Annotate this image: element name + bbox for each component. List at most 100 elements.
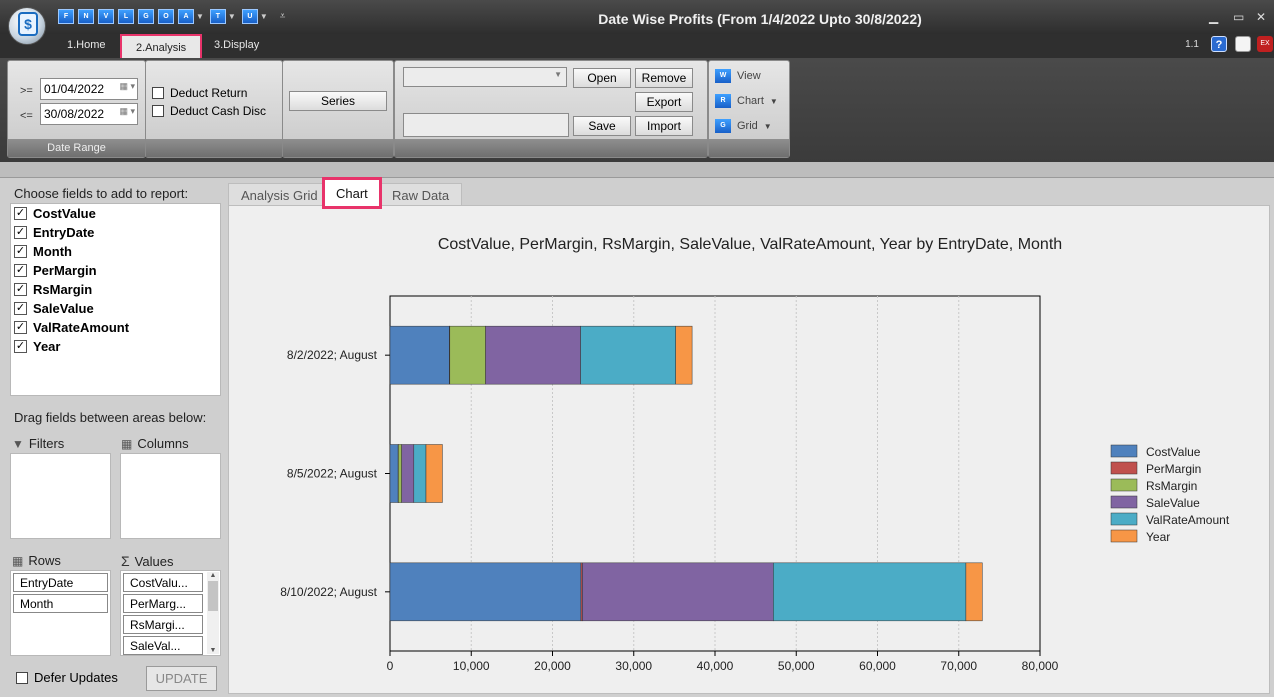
chevron-down-icon[interactable]: ▼ xyxy=(260,12,268,21)
checkbox-checked-icon[interactable]: ✓ xyxy=(14,264,27,277)
filters-area[interactable] xyxy=(10,453,111,539)
chevron-down-icon[interactable]: ▼ xyxy=(554,70,562,79)
field-item-rsmargin[interactable]: ✓ RsMargin xyxy=(14,282,92,297)
close-icon[interactable]: ✕ xyxy=(1256,10,1266,24)
main-area: Choose fields to add to report: ✓ CostVal… xyxy=(0,162,1274,697)
checkbox-checked-icon[interactable]: ✓ xyxy=(14,226,27,239)
field-item-salevalue[interactable]: ✓ SaleValue xyxy=(14,301,94,316)
save-button[interactable]: Save xyxy=(573,116,631,136)
to-date-input[interactable]: 30/08/2022 ▦ ▾ xyxy=(40,103,138,125)
chevron-down-icon[interactable]: ▼ xyxy=(228,12,236,21)
values-chip[interactable]: RsMargi... xyxy=(123,615,203,634)
field-item-entrydate[interactable]: ✓ EntryDate xyxy=(14,225,94,240)
maximize-icon[interactable]: ▭ xyxy=(1233,10,1244,24)
tab-analysis-grid[interactable]: Analysis Grid xyxy=(228,183,331,207)
values-scrollbar[interactable]: ▲ ▼ xyxy=(207,572,219,654)
customize-qat-icon[interactable]: ⩡ xyxy=(280,11,286,22)
tab-display[interactable]: 3.Display xyxy=(214,39,259,51)
rows-chip-month[interactable]: Month xyxy=(13,594,108,613)
calendar-icon[interactable]: ▦ ▾ xyxy=(113,106,135,122)
checkbox-checked-icon[interactable]: ✓ xyxy=(14,245,27,258)
deduct-cash-disc-checkbox[interactable]: Deduct Cash Disc xyxy=(152,104,266,118)
qat-g-icon[interactable]: G xyxy=(138,9,154,24)
tab-home[interactable]: 1.Home xyxy=(67,39,106,51)
open-button[interactable]: Open xyxy=(573,68,631,88)
bar-segment-salevalue[interactable] xyxy=(582,562,774,622)
view-button[interactable]: W View xyxy=(715,69,761,83)
field-item-month[interactable]: ✓ Month xyxy=(14,244,72,259)
checkbox-icon[interactable] xyxy=(152,87,164,99)
field-item-costvalue[interactable]: ✓ CostValue xyxy=(14,206,96,221)
checkbox-checked-icon[interactable]: ✓ xyxy=(14,340,27,353)
scroll-up-icon[interactable]: ▲ xyxy=(207,572,219,579)
filters-header: ▼ Filters xyxy=(12,436,64,451)
remove-button[interactable]: Remove xyxy=(635,68,693,88)
bar-segment-valrateamount[interactable] xyxy=(413,444,427,503)
values-chip[interactable]: SaleVal... xyxy=(123,636,203,655)
rows-chip-entrydate[interactable]: EntryDate xyxy=(13,573,108,592)
category-label: 8/2/2022; August xyxy=(287,348,378,362)
chevron-down-icon[interactable]: ▼ xyxy=(770,97,778,106)
tab-raw-data[interactable]: Raw Data xyxy=(379,183,463,207)
deduct-group: Deduct Return Deduct Cash Disc xyxy=(145,60,283,158)
bar-segment-costvalue[interactable] xyxy=(389,444,399,503)
values-chip[interactable]: CostValu... xyxy=(123,573,203,592)
checkbox-checked-icon[interactable]: ✓ xyxy=(14,283,27,296)
layout-name-input[interactable] xyxy=(403,113,569,137)
export-button[interactable]: Export xyxy=(635,92,693,112)
series-button[interactable]: Series xyxy=(289,91,387,111)
bar-segment-costvalue[interactable] xyxy=(389,325,450,385)
qat-f-icon[interactable]: F xyxy=(58,9,74,24)
chevron-down-icon[interactable]: ▼ xyxy=(764,122,772,131)
bar-segment-year[interactable] xyxy=(965,562,983,622)
bar-segment-salevalue[interactable] xyxy=(401,444,415,503)
values-chip[interactable]: PerMarg... xyxy=(123,594,203,613)
layout-select[interactable]: ▼ xyxy=(403,67,567,87)
bar-segment-year[interactable] xyxy=(675,325,693,385)
help-icon[interactable]: ? xyxy=(1211,36,1227,52)
minimize-icon[interactable]: ▁ xyxy=(1209,10,1218,24)
chevron-down-icon[interactable]: ▼ xyxy=(196,12,204,21)
bar-segment-valrateamount[interactable] xyxy=(580,325,676,385)
qat-t-icon[interactable]: T xyxy=(209,9,226,24)
checkbox-icon[interactable] xyxy=(152,105,164,117)
qat-v-icon[interactable]: V xyxy=(98,9,114,24)
field-label: Month xyxy=(33,244,72,259)
app-logo-icon[interactable]: $ xyxy=(8,7,46,45)
bar-segment-costvalue[interactable] xyxy=(389,562,582,622)
field-item-valrateamount[interactable]: ✓ ValRateAmount xyxy=(14,320,129,335)
checkbox-icon[interactable] xyxy=(16,671,28,684)
rows-area[interactable]: EntryDate Month xyxy=(10,570,111,656)
defer-updates-checkbox[interactable]: Defer Updates xyxy=(16,670,118,685)
values-area[interactable]: CostValu... PerMarg... RsMargi... SaleVa… xyxy=(120,570,221,656)
field-item-permargin[interactable]: ✓ PerMargin xyxy=(14,263,97,278)
update-button[interactable]: UPDATE xyxy=(146,666,217,691)
tab-chart[interactable]: Chart xyxy=(322,177,382,209)
chart-button[interactable]: R Chart ▼ xyxy=(715,94,778,108)
checkbox-checked-icon[interactable]: ✓ xyxy=(14,321,27,334)
bar-segment-salevalue[interactable] xyxy=(485,325,581,385)
field-item-year[interactable]: ✓ Year xyxy=(14,339,60,354)
document-icon[interactable] xyxy=(1235,36,1251,52)
qat-l-icon[interactable]: L xyxy=(118,9,134,24)
bar-segment-rsmargin[interactable] xyxy=(449,325,486,385)
columns-area[interactable] xyxy=(120,453,221,539)
scrollbar-thumb[interactable] xyxy=(208,581,218,611)
bar-segment-valrateamount[interactable] xyxy=(773,562,967,622)
bar-segment-rsmargin[interactable] xyxy=(398,444,402,503)
scroll-down-icon[interactable]: ▼ xyxy=(207,647,219,654)
import-button[interactable]: Import xyxy=(635,116,693,136)
bar-segment-year[interactable] xyxy=(425,444,443,503)
calendar-icon[interactable]: ▦ ▾ xyxy=(113,81,135,97)
qat-u-icon[interactable]: U xyxy=(241,9,258,24)
from-date-input[interactable]: 01/04/2022 ▦ ▾ xyxy=(40,78,138,100)
tab-analysis[interactable]: 2.Analysis xyxy=(120,34,203,60)
checkbox-checked-icon[interactable]: ✓ xyxy=(14,207,27,220)
checkbox-checked-icon[interactable]: ✓ xyxy=(14,302,27,315)
qat-o-icon[interactable]: O xyxy=(158,9,174,24)
deduct-return-checkbox[interactable]: Deduct Return xyxy=(152,86,247,100)
qat-n-icon[interactable]: N xyxy=(78,9,94,24)
qat-a-icon[interactable]: A xyxy=(178,9,194,24)
grid-button[interactable]: G Grid ▼ xyxy=(715,119,772,133)
exit-icon[interactable]: EX xyxy=(1257,36,1273,52)
